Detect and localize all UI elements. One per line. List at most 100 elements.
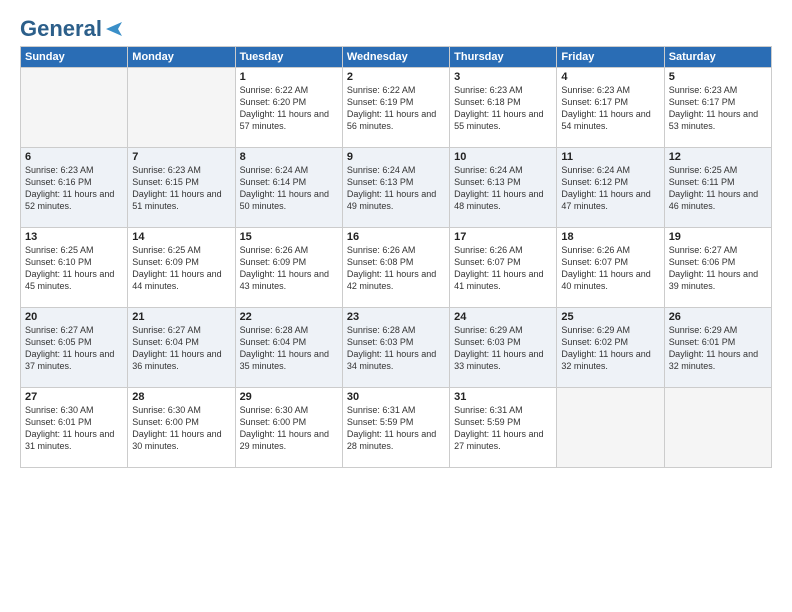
calendar-cell: [664, 388, 771, 468]
day-number: 31: [454, 391, 552, 403]
day-number: 17: [454, 231, 552, 243]
day-number: 22: [240, 311, 338, 323]
calendar-cell: 25Sunrise: 6:29 AM Sunset: 6:02 PM Dayli…: [557, 308, 664, 388]
week-row-2: 6Sunrise: 6:23 AM Sunset: 6:16 PM Daylig…: [21, 148, 772, 228]
calendar-cell: 4Sunrise: 6:23 AM Sunset: 6:17 PM Daylig…: [557, 68, 664, 148]
col-header-monday: Monday: [128, 47, 235, 68]
calendar-cell: 10Sunrise: 6:24 AM Sunset: 6:13 PM Dayli…: [450, 148, 557, 228]
calendar-cell: 28Sunrise: 6:30 AM Sunset: 6:00 PM Dayli…: [128, 388, 235, 468]
calendar-cell: 5Sunrise: 6:23 AM Sunset: 6:17 PM Daylig…: [664, 68, 771, 148]
day-number: 18: [561, 231, 659, 243]
cell-info: Sunrise: 6:31 AM Sunset: 5:59 PM Dayligh…: [454, 404, 552, 453]
day-number: 12: [669, 151, 767, 163]
day-number: 5: [669, 71, 767, 83]
cell-info: Sunrise: 6:23 AM Sunset: 6:18 PM Dayligh…: [454, 84, 552, 133]
day-number: 3: [454, 71, 552, 83]
cell-info: Sunrise: 6:28 AM Sunset: 6:03 PM Dayligh…: [347, 324, 445, 373]
day-number: 11: [561, 151, 659, 163]
cell-info: Sunrise: 6:27 AM Sunset: 6:05 PM Dayligh…: [25, 324, 123, 373]
calendar-cell: 22Sunrise: 6:28 AM Sunset: 6:04 PM Dayli…: [235, 308, 342, 388]
day-number: 23: [347, 311, 445, 323]
cell-info: Sunrise: 6:24 AM Sunset: 6:12 PM Dayligh…: [561, 164, 659, 213]
calendar-cell: 18Sunrise: 6:26 AM Sunset: 6:07 PM Dayli…: [557, 228, 664, 308]
day-number: 19: [669, 231, 767, 243]
day-number: 16: [347, 231, 445, 243]
day-number: 28: [132, 391, 230, 403]
cell-info: Sunrise: 6:24 AM Sunset: 6:13 PM Dayligh…: [347, 164, 445, 213]
cell-info: Sunrise: 6:26 AM Sunset: 6:07 PM Dayligh…: [454, 244, 552, 293]
cell-info: Sunrise: 6:22 AM Sunset: 6:19 PM Dayligh…: [347, 84, 445, 133]
day-number: 10: [454, 151, 552, 163]
day-number: 20: [25, 311, 123, 323]
cell-info: Sunrise: 6:23 AM Sunset: 6:16 PM Dayligh…: [25, 164, 123, 213]
cell-info: Sunrise: 6:27 AM Sunset: 6:04 PM Dayligh…: [132, 324, 230, 373]
day-number: 9: [347, 151, 445, 163]
cell-info: Sunrise: 6:29 AM Sunset: 6:03 PM Dayligh…: [454, 324, 552, 373]
calendar-cell: 16Sunrise: 6:26 AM Sunset: 6:08 PM Dayli…: [342, 228, 449, 308]
day-number: 30: [347, 391, 445, 403]
cell-info: Sunrise: 6:31 AM Sunset: 5:59 PM Dayligh…: [347, 404, 445, 453]
day-number: 21: [132, 311, 230, 323]
calendar-cell: 21Sunrise: 6:27 AM Sunset: 6:04 PM Dayli…: [128, 308, 235, 388]
page: General SundayMondayTuesdayWednesdayThur…: [0, 0, 792, 612]
calendar-cell: 15Sunrise: 6:26 AM Sunset: 6:09 PM Dayli…: [235, 228, 342, 308]
day-number: 2: [347, 71, 445, 83]
calendar-cell: 31Sunrise: 6:31 AM Sunset: 5:59 PM Dayli…: [450, 388, 557, 468]
calendar-cell: 17Sunrise: 6:26 AM Sunset: 6:07 PM Dayli…: [450, 228, 557, 308]
calendar-cell: 19Sunrise: 6:27 AM Sunset: 6:06 PM Dayli…: [664, 228, 771, 308]
day-number: 4: [561, 71, 659, 83]
col-header-sunday: Sunday: [21, 47, 128, 68]
calendar-cell: 23Sunrise: 6:28 AM Sunset: 6:03 PM Dayli…: [342, 308, 449, 388]
day-number: 1: [240, 71, 338, 83]
day-number: 14: [132, 231, 230, 243]
day-number: 13: [25, 231, 123, 243]
logo-general: General: [20, 16, 102, 42]
cell-info: Sunrise: 6:29 AM Sunset: 6:01 PM Dayligh…: [669, 324, 767, 373]
col-header-thursday: Thursday: [450, 47, 557, 68]
cell-info: Sunrise: 6:23 AM Sunset: 6:17 PM Dayligh…: [669, 84, 767, 133]
week-row-1: 1Sunrise: 6:22 AM Sunset: 6:20 PM Daylig…: [21, 68, 772, 148]
calendar-cell: 8Sunrise: 6:24 AM Sunset: 6:14 PM Daylig…: [235, 148, 342, 228]
calendar-cell: [557, 388, 664, 468]
calendar-cell: 3Sunrise: 6:23 AM Sunset: 6:18 PM Daylig…: [450, 68, 557, 148]
cell-info: Sunrise: 6:27 AM Sunset: 6:06 PM Dayligh…: [669, 244, 767, 293]
cell-info: Sunrise: 6:25 AM Sunset: 6:11 PM Dayligh…: [669, 164, 767, 213]
calendar-cell: 7Sunrise: 6:23 AM Sunset: 6:15 PM Daylig…: [128, 148, 235, 228]
calendar-cell: 11Sunrise: 6:24 AM Sunset: 6:12 PM Dayli…: [557, 148, 664, 228]
calendar-cell: 13Sunrise: 6:25 AM Sunset: 6:10 PM Dayli…: [21, 228, 128, 308]
cell-info: Sunrise: 6:23 AM Sunset: 6:17 PM Dayligh…: [561, 84, 659, 133]
calendar-cell: 30Sunrise: 6:31 AM Sunset: 5:59 PM Dayli…: [342, 388, 449, 468]
cell-info: Sunrise: 6:28 AM Sunset: 6:04 PM Dayligh…: [240, 324, 338, 373]
calendar-cell: [21, 68, 128, 148]
cell-info: Sunrise: 6:30 AM Sunset: 6:00 PM Dayligh…: [132, 404, 230, 453]
day-number: 8: [240, 151, 338, 163]
week-row-5: 27Sunrise: 6:30 AM Sunset: 6:01 PM Dayli…: [21, 388, 772, 468]
cell-info: Sunrise: 6:29 AM Sunset: 6:02 PM Dayligh…: [561, 324, 659, 373]
cell-info: Sunrise: 6:23 AM Sunset: 6:15 PM Dayligh…: [132, 164, 230, 213]
logo-bird-icon: [104, 20, 124, 38]
calendar-cell: 20Sunrise: 6:27 AM Sunset: 6:05 PM Dayli…: [21, 308, 128, 388]
col-header-friday: Friday: [557, 47, 664, 68]
logo: General: [20, 16, 124, 38]
day-number: 15: [240, 231, 338, 243]
calendar-cell: 24Sunrise: 6:29 AM Sunset: 6:03 PM Dayli…: [450, 308, 557, 388]
day-number: 29: [240, 391, 338, 403]
cell-info: Sunrise: 6:26 AM Sunset: 6:08 PM Dayligh…: [347, 244, 445, 293]
day-number: 26: [669, 311, 767, 323]
day-number: 25: [561, 311, 659, 323]
calendar-header-row: SundayMondayTuesdayWednesdayThursdayFrid…: [21, 47, 772, 68]
calendar-cell: 2Sunrise: 6:22 AM Sunset: 6:19 PM Daylig…: [342, 68, 449, 148]
day-number: 27: [25, 391, 123, 403]
cell-info: Sunrise: 6:22 AM Sunset: 6:20 PM Dayligh…: [240, 84, 338, 133]
calendar-cell: 14Sunrise: 6:25 AM Sunset: 6:09 PM Dayli…: [128, 228, 235, 308]
cell-info: Sunrise: 6:26 AM Sunset: 6:09 PM Dayligh…: [240, 244, 338, 293]
cell-info: Sunrise: 6:30 AM Sunset: 6:00 PM Dayligh…: [240, 404, 338, 453]
calendar-cell: 1Sunrise: 6:22 AM Sunset: 6:20 PM Daylig…: [235, 68, 342, 148]
calendar-cell: [128, 68, 235, 148]
cell-info: Sunrise: 6:30 AM Sunset: 6:01 PM Dayligh…: [25, 404, 123, 453]
calendar-table: SundayMondayTuesdayWednesdayThursdayFrid…: [20, 46, 772, 468]
cell-info: Sunrise: 6:24 AM Sunset: 6:14 PM Dayligh…: [240, 164, 338, 213]
cell-info: Sunrise: 6:26 AM Sunset: 6:07 PM Dayligh…: [561, 244, 659, 293]
cell-info: Sunrise: 6:25 AM Sunset: 6:10 PM Dayligh…: [25, 244, 123, 293]
calendar-cell: 12Sunrise: 6:25 AM Sunset: 6:11 PM Dayli…: [664, 148, 771, 228]
